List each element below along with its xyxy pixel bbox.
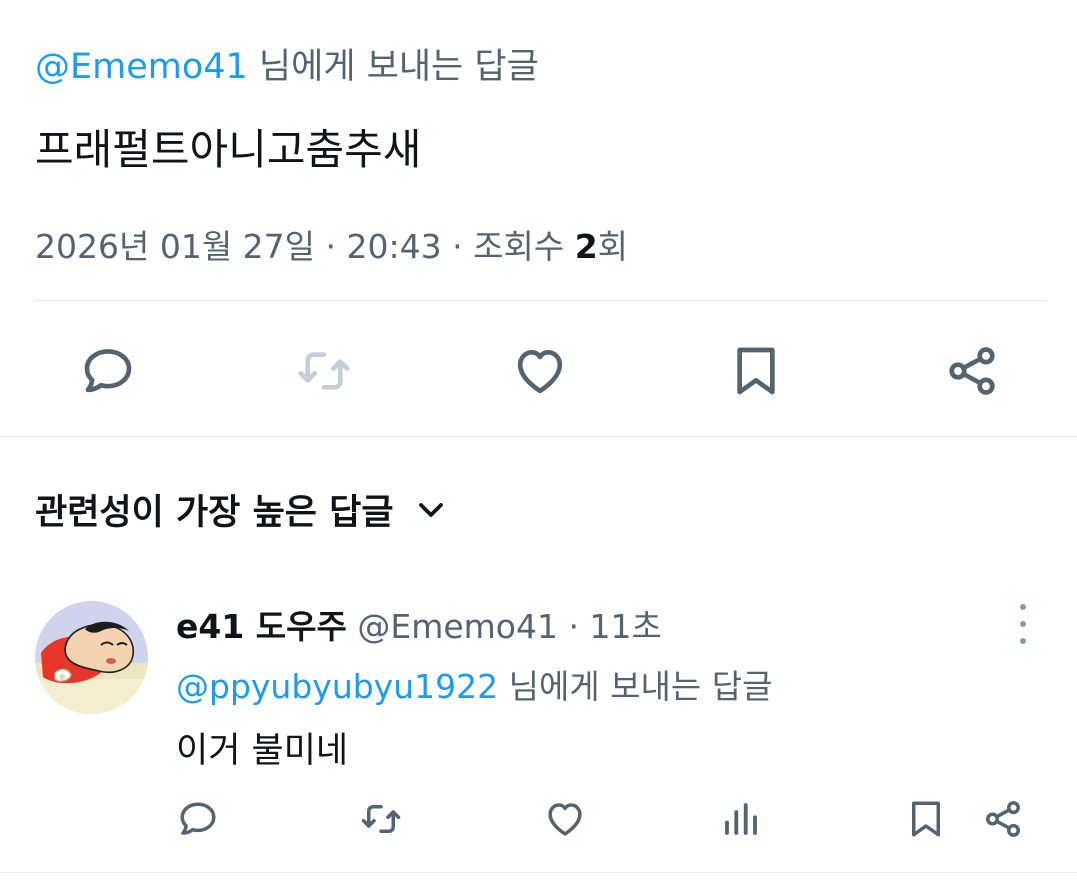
sort-replies-dropdown[interactable]: 관련성이 가장 높은 답글 bbox=[35, 484, 446, 535]
reply-views-button[interactable] bbox=[718, 796, 764, 842]
reply-to-line: @Ememo41 님에게 보내는 답글 bbox=[35, 38, 539, 89]
share-icon bbox=[986, 801, 1020, 837]
heart-icon bbox=[548, 803, 582, 836]
share-icon bbox=[949, 347, 995, 395]
tweet-text: 프래펄트아니고춤추새 bbox=[35, 125, 422, 174]
views-label: 조회수 bbox=[473, 227, 575, 266]
reply-time[interactable]: 11초 bbox=[589, 607, 661, 646]
tweet-date[interactable]: 2026년 01월 27일 bbox=[35, 227, 315, 266]
meta-separator: · bbox=[558, 607, 590, 646]
like-button[interactable] bbox=[509, 340, 571, 402]
retweet-icon bbox=[298, 352, 350, 390]
retweet-button[interactable] bbox=[293, 340, 355, 402]
reply-reply-button[interactable] bbox=[175, 796, 221, 842]
tweet-meta: 2026년 01월 27일 · 20:43 · 조회수 2회 bbox=[35, 220, 628, 268]
avatar[interactable] bbox=[35, 601, 148, 714]
tweet-action-bar bbox=[0, 340, 1077, 402]
reply-text: 이거 불미네 bbox=[176, 731, 349, 771]
reply-like-button[interactable] bbox=[542, 796, 588, 842]
reply-bubble-icon bbox=[84, 349, 132, 393]
reply-action-bar bbox=[0, 796, 1077, 842]
chevron-down-icon bbox=[416, 495, 446, 525]
more-options-button[interactable] bbox=[1008, 604, 1038, 644]
bookmark-icon bbox=[912, 801, 940, 837]
divider bbox=[0, 872, 1077, 873]
views-count: 2 bbox=[574, 227, 598, 266]
more-dot bbox=[1020, 621, 1026, 627]
heart-icon bbox=[517, 350, 563, 394]
reply-header: e41 도우주 @Ememo41 · 11초 bbox=[176, 600, 662, 648]
meta-separator: · bbox=[315, 227, 347, 266]
reply-share-button[interactable] bbox=[980, 796, 1026, 842]
divider bbox=[0, 436, 1077, 437]
reply-to-suffix: 님에게 보내는 답글 bbox=[247, 47, 539, 87]
share-button[interactable] bbox=[941, 340, 1003, 402]
tweet-time[interactable]: 20:43 bbox=[347, 227, 442, 266]
retweet-icon bbox=[361, 805, 401, 833]
reply-bubble-icon bbox=[180, 802, 216, 835]
more-dot bbox=[1020, 638, 1026, 644]
meta-separator: · bbox=[441, 227, 474, 266]
sort-label: 관련성이 가장 높은 답글 bbox=[35, 493, 394, 533]
reply-handle[interactable]: @Ememo41 bbox=[347, 607, 558, 646]
reply-bookmark-button[interactable] bbox=[903, 796, 949, 842]
reply-to-suffix: 님에게 보내는 답글 bbox=[498, 667, 773, 706]
bookmark-button[interactable] bbox=[725, 340, 787, 402]
reply-display-name[interactable]: e41 도우주 bbox=[176, 607, 347, 646]
divider bbox=[35, 300, 1047, 301]
reply-button[interactable] bbox=[77, 340, 139, 402]
reply-to-mention[interactable]: @ppyubyubyu1922 bbox=[176, 667, 498, 706]
bookmark-icon bbox=[737, 347, 775, 395]
reply-reply-to-line: @ppyubyubyu1922 님에게 보내는 답글 bbox=[176, 660, 772, 708]
views-unit: 회 bbox=[597, 227, 629, 266]
reply-to-mention[interactable]: @Ememo41 bbox=[35, 47, 248, 87]
analytics-icon bbox=[725, 803, 757, 835]
reply-retweet-button[interactable] bbox=[358, 796, 404, 842]
more-dot bbox=[1020, 604, 1026, 610]
